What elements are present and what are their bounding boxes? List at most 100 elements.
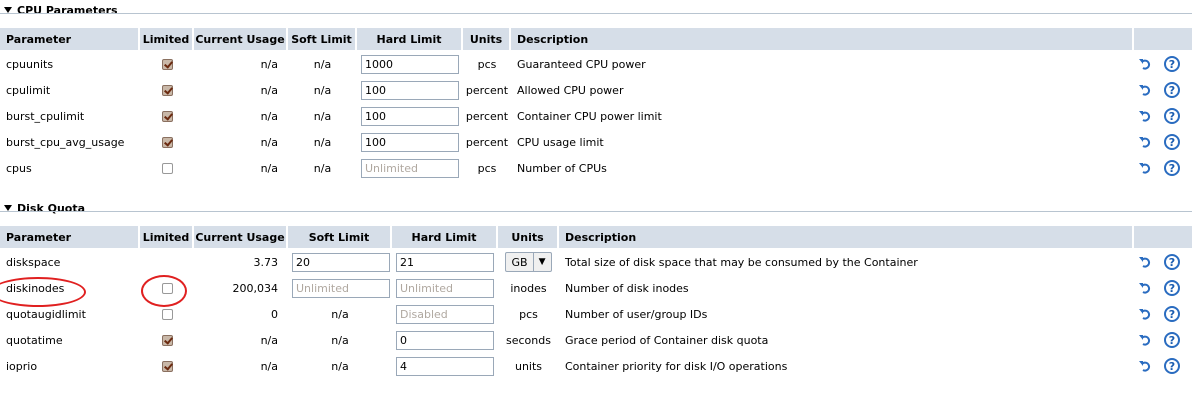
disk-table-header: Parameter Limited Current Usage Soft Limit H…	[0, 226, 1192, 248]
soft-limit: n/a	[313, 83, 332, 97]
units-label: percent	[465, 135, 509, 149]
hard-limit-input[interactable]: 100	[361, 80, 459, 100]
undo-icon[interactable]	[1138, 307, 1152, 321]
current-usage: n/a	[260, 161, 278, 175]
limited-cell	[140, 51, 194, 77]
hard-limit-input[interactable]: Unlimited	[361, 158, 459, 178]
undo-icon[interactable]	[1138, 83, 1152, 97]
units-select[interactable]: GB ▼	[505, 252, 552, 272]
limited-checkbox[interactable]	[161, 110, 173, 122]
help-icon[interactable]: ?	[1164, 108, 1180, 124]
soft-limit: n/a	[331, 307, 349, 321]
hard-limit-input[interactable]: 21	[396, 252, 494, 272]
param-name: ioprio	[6, 359, 38, 373]
description: Number of disk inodes	[565, 281, 689, 295]
header-soft: Soft Limit	[288, 28, 357, 50]
limited-checkbox[interactable]	[161, 58, 173, 70]
units-cell: percent	[463, 129, 511, 155]
undo-icon[interactable]	[1138, 333, 1152, 347]
hard-cell: 4	[392, 353, 498, 379]
header-units: Units	[463, 28, 511, 50]
hard-limit-input[interactable]: 100	[361, 106, 459, 126]
header-description: Description	[511, 28, 1134, 50]
description: Container CPU power limit	[517, 109, 662, 123]
undo-icon[interactable]	[1138, 135, 1152, 149]
help-icon[interactable]: ?	[1164, 254, 1180, 270]
section-disk-header[interactable]: Disk Quota	[4, 198, 85, 218]
units-cell: percent	[463, 103, 511, 129]
hard-limit-input[interactable]: 0	[396, 330, 494, 350]
help-icon[interactable]: ?	[1164, 358, 1180, 374]
description: CPU usage limit	[517, 135, 604, 149]
hard-limit-input[interactable]: Disabled	[396, 304, 494, 324]
soft-cell: 20	[288, 249, 392, 275]
hard-cell: 0	[392, 327, 498, 353]
limited-cell	[140, 77, 194, 103]
soft-cell: Unlimited	[288, 275, 392, 301]
hard-cell: Unlimited	[357, 155, 463, 181]
current-usage: n/a	[260, 333, 278, 347]
description: Container priority for disk I/O operatio…	[565, 359, 788, 373]
limited-cell	[140, 353, 194, 379]
param-name: burst_cpu_avg_usage	[6, 135, 125, 149]
units-select-value: GB	[506, 253, 534, 271]
header-parameter: Parameter	[0, 28, 140, 50]
header-hard: Hard Limit	[357, 28, 463, 50]
hard-limit-input[interactable]: 1000	[361, 54, 459, 74]
limited-cell	[140, 103, 194, 129]
hard-cell: 100	[357, 103, 463, 129]
param-name: diskspace	[6, 255, 61, 269]
param-name: cpulimit	[6, 83, 51, 97]
help-icon[interactable]: ?	[1164, 134, 1180, 150]
units-label: percent	[465, 109, 509, 123]
help-icon[interactable]: ?	[1164, 56, 1180, 72]
help-icon[interactable]: ?	[1164, 280, 1180, 296]
soft-limit-input[interactable]: Unlimited	[292, 278, 390, 298]
undo-icon[interactable]	[1138, 255, 1152, 269]
table-row: quotatime n/a n/a 0 seconds Grace period of C…	[0, 327, 1192, 353]
limited-cell	[140, 155, 194, 181]
section-disk-title: Disk Quota	[17, 201, 86, 215]
hard-limit-input[interactable]: 4	[396, 356, 494, 376]
soft-limit: n/a	[331, 359, 349, 373]
hard-cell: Disabled	[392, 301, 498, 327]
undo-icon[interactable]	[1138, 359, 1152, 373]
limited-checkbox[interactable]	[161, 308, 173, 320]
header-description: Description	[559, 226, 1134, 248]
units-label: seconds	[506, 333, 551, 347]
current-usage: 0	[271, 307, 278, 321]
undo-icon[interactable]	[1138, 161, 1152, 175]
table-row: cpuunits n/a n/a 1000 pcs Guaranteed CPU powe…	[0, 51, 1192, 77]
soft-limit: n/a	[313, 109, 332, 123]
param-name: quotatime	[6, 333, 63, 347]
soft-limit: n/a	[313, 57, 332, 71]
soft-limit-input[interactable]: 20	[292, 252, 390, 272]
help-icon[interactable]: ?	[1164, 332, 1180, 348]
section-divider	[0, 211, 1192, 212]
units-label: inodes	[510, 281, 547, 295]
units-cell: inodes	[498, 275, 559, 301]
section-cpu-header[interactable]: CPU Parameters	[4, 0, 118, 20]
help-icon[interactable]: ?	[1164, 82, 1180, 98]
undo-icon[interactable]	[1138, 109, 1152, 123]
units-cell: units	[498, 353, 559, 379]
limited-checkbox[interactable]	[161, 136, 173, 148]
param-name: burst_cpulimit	[6, 109, 85, 123]
undo-icon[interactable]	[1138, 57, 1152, 71]
hard-limit-input[interactable]: Unlimited	[396, 278, 494, 298]
header-units: Units	[498, 226, 559, 248]
table-row: cpulimit n/a n/a 100 percent Allowed CPU powe…	[0, 77, 1192, 103]
description: Allowed CPU power	[517, 83, 624, 97]
limited-cell	[140, 249, 194, 275]
undo-icon[interactable]	[1138, 281, 1152, 295]
limited-checkbox[interactable]	[161, 334, 173, 346]
current-usage: n/a	[260, 135, 278, 149]
hard-cell: 21	[392, 249, 498, 275]
limited-checkbox[interactable]	[161, 162, 173, 174]
help-icon[interactable]: ?	[1164, 160, 1180, 176]
hard-limit-input[interactable]: 100	[361, 132, 459, 152]
limited-checkbox[interactable]	[161, 84, 173, 96]
help-icon[interactable]: ?	[1164, 306, 1180, 322]
header-current: Current Usage	[194, 226, 288, 248]
limited-checkbox[interactable]	[161, 360, 173, 372]
